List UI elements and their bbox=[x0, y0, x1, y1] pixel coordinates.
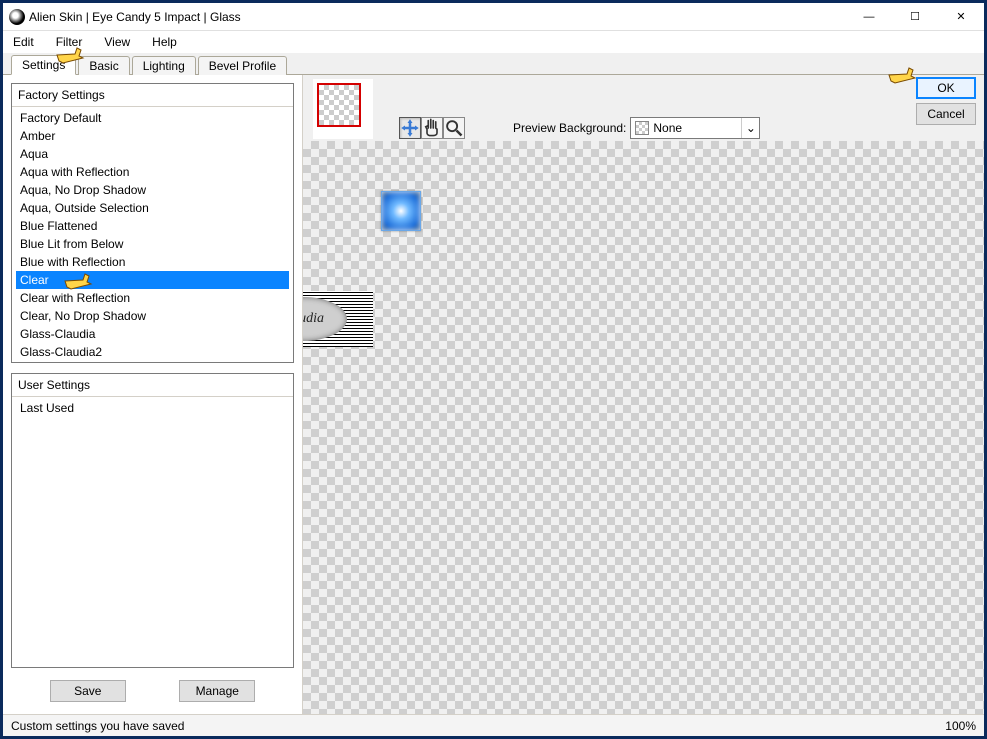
tabs-row: Settings Basic Lighting Bevel Profile bbox=[3, 53, 984, 75]
tab-lighting[interactable]: Lighting bbox=[132, 56, 196, 75]
menu-help[interactable]: Help bbox=[148, 33, 181, 51]
list-item[interactable]: Blue Flattened bbox=[16, 217, 289, 235]
manage-button[interactable]: Manage bbox=[179, 680, 255, 702]
close-button[interactable]: ✕ bbox=[938, 3, 984, 31]
menu-bar: Edit Filter View Help bbox=[3, 31, 984, 53]
settings-left-panel: Factory Settings Factory DefaultAmberAqu… bbox=[3, 75, 303, 714]
list-item[interactable]: Clear bbox=[16, 271, 289, 289]
watermark-text: claudia bbox=[303, 297, 347, 341]
minimize-button[interactable]: — bbox=[846, 3, 892, 31]
list-item[interactable]: Aqua bbox=[16, 145, 289, 163]
status-message: Custom settings you have saved bbox=[11, 719, 184, 733]
preview-tool-icons bbox=[399, 117, 465, 139]
preview-glass-sample bbox=[381, 191, 421, 231]
user-settings-listbox[interactable]: User Settings Last Used bbox=[11, 373, 294, 668]
status-bar: Custom settings you have saved 100% bbox=[3, 714, 984, 736]
menu-edit[interactable]: Edit bbox=[9, 33, 38, 51]
thumb-toolbar-row: Preview Background: None ⌄ bbox=[303, 75, 984, 141]
tab-bevel-profile[interactable]: Bevel Profile bbox=[198, 56, 287, 75]
preview-bg-select[interactable]: None ⌄ bbox=[630, 117, 760, 139]
list-item[interactable]: Last Used bbox=[16, 399, 289, 417]
preview-area[interactable]: claudia bbox=[303, 141, 984, 714]
list-item[interactable]: Factory Default bbox=[16, 109, 289, 127]
zoom-tool-icon[interactable] bbox=[443, 117, 465, 139]
dialog-buttons: OK Cancel bbox=[916, 77, 976, 125]
menu-filter[interactable]: Filter bbox=[52, 33, 87, 51]
menu-view[interactable]: View bbox=[100, 33, 134, 51]
window-controls: — ☐ ✕ bbox=[846, 3, 984, 31]
list-item[interactable]: Glass-Claudia2 bbox=[16, 343, 289, 361]
list-item[interactable]: Aqua, No Drop Shadow bbox=[16, 181, 289, 199]
factory-settings-header: Factory Settings bbox=[12, 84, 293, 107]
preview-thumbnail[interactable] bbox=[313, 79, 373, 139]
maximize-button[interactable]: ☐ bbox=[892, 3, 938, 31]
list-item[interactable]: Blue Lit from Below bbox=[16, 235, 289, 253]
ok-button[interactable]: OK bbox=[916, 77, 976, 99]
zoom-level: 100% bbox=[945, 719, 976, 733]
preview-bg-label: Preview Background: bbox=[513, 121, 626, 135]
list-item[interactable]: Clear with Reflection bbox=[16, 289, 289, 307]
factory-settings-listbox[interactable]: Factory Settings Factory DefaultAmberAqu… bbox=[11, 83, 294, 363]
preview-bg-row: Preview Background: None ⌄ bbox=[513, 117, 760, 139]
preview-right-panel: OK Cancel bbox=[303, 75, 984, 714]
chevron-down-icon: ⌄ bbox=[741, 118, 759, 138]
list-item[interactable]: Aqua, Outside Selection bbox=[16, 199, 289, 217]
hand-tool-icon[interactable] bbox=[421, 117, 443, 139]
tab-basic[interactable]: Basic bbox=[78, 56, 129, 75]
settings-button-row: Save Manage bbox=[11, 676, 294, 710]
list-item[interactable]: Glass-Claudia bbox=[16, 325, 289, 343]
save-button[interactable]: Save bbox=[50, 680, 126, 702]
watermark: claudia bbox=[303, 291, 373, 347]
list-item[interactable]: Glass-Claudia3 bbox=[16, 361, 289, 362]
list-item[interactable]: Clear, No Drop Shadow bbox=[16, 307, 289, 325]
window-title: Alien Skin | Eye Candy 5 Impact | Glass bbox=[29, 10, 241, 24]
list-item[interactable]: Aqua with Reflection bbox=[16, 163, 289, 181]
cancel-button[interactable]: Cancel bbox=[916, 103, 976, 125]
app-icon bbox=[9, 9, 25, 25]
list-item[interactable]: Blue with Reflection bbox=[16, 253, 289, 271]
preview-bg-value: None bbox=[653, 121, 682, 135]
preview-bg-swatch-icon bbox=[635, 121, 649, 135]
tab-settings[interactable]: Settings bbox=[11, 55, 76, 75]
list-item[interactable]: Amber bbox=[16, 127, 289, 145]
move-tool-icon[interactable] bbox=[399, 117, 421, 139]
title-bar: Alien Skin | Eye Candy 5 Impact | Glass … bbox=[3, 3, 984, 31]
user-settings-header: User Settings bbox=[12, 374, 293, 397]
